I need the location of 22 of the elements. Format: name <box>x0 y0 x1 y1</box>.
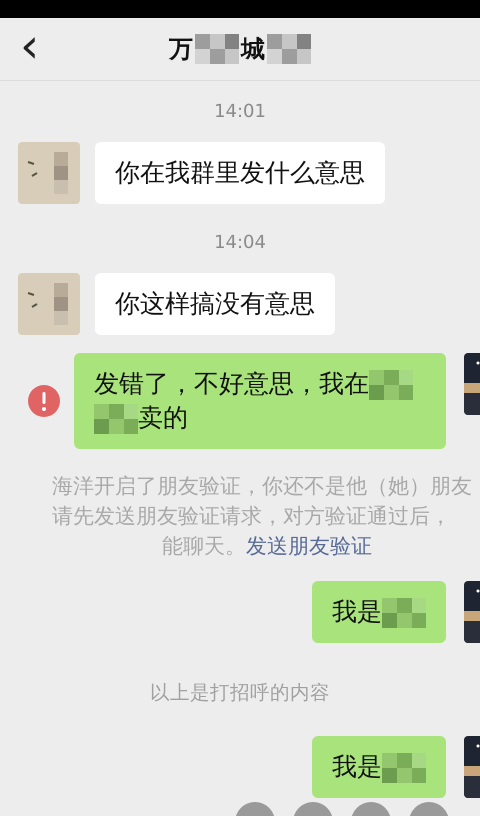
message-bubble: 我是 <box>312 581 446 643</box>
pixelated-patch <box>382 598 426 628</box>
back-button[interactable]: ‹ <box>14 26 46 66</box>
pixelated-patch <box>94 404 138 434</box>
chat-title: 万 <box>169 34 193 65</box>
send-verification-link[interactable]: 发送朋友验证 <box>246 531 372 561</box>
timestamp: 14:04 <box>214 232 266 253</box>
pixelated-patch <box>369 370 413 400</box>
system-message: 能聊天。 <box>162 533 246 560</box>
chat-title: 城 <box>241 34 265 65</box>
timestamp: 14:01 <box>214 101 266 122</box>
message-bubble: 发错了，不好意思，我在 卖的 <box>74 353 446 449</box>
system-message: 海洋开启了朋友验证，你还不是他（她）朋友 <box>52 473 473 500</box>
pixelated-patch <box>382 753 426 784</box>
pixelated-patch <box>195 34 239 64</box>
message-bubble: 你在我群里发什么意思 <box>95 142 385 204</box>
message-bubble: 我是 <box>312 736 446 798</box>
system-message: 请先发送朋友验证请求，对方验证通过后， <box>52 503 452 530</box>
system-message: 以上是打招呼的内容 <box>150 680 330 706</box>
error-icon[interactable] <box>28 385 60 417</box>
message-bubble: 你这样搞没有意思 <box>95 273 335 335</box>
pixelated-patch <box>267 34 311 64</box>
